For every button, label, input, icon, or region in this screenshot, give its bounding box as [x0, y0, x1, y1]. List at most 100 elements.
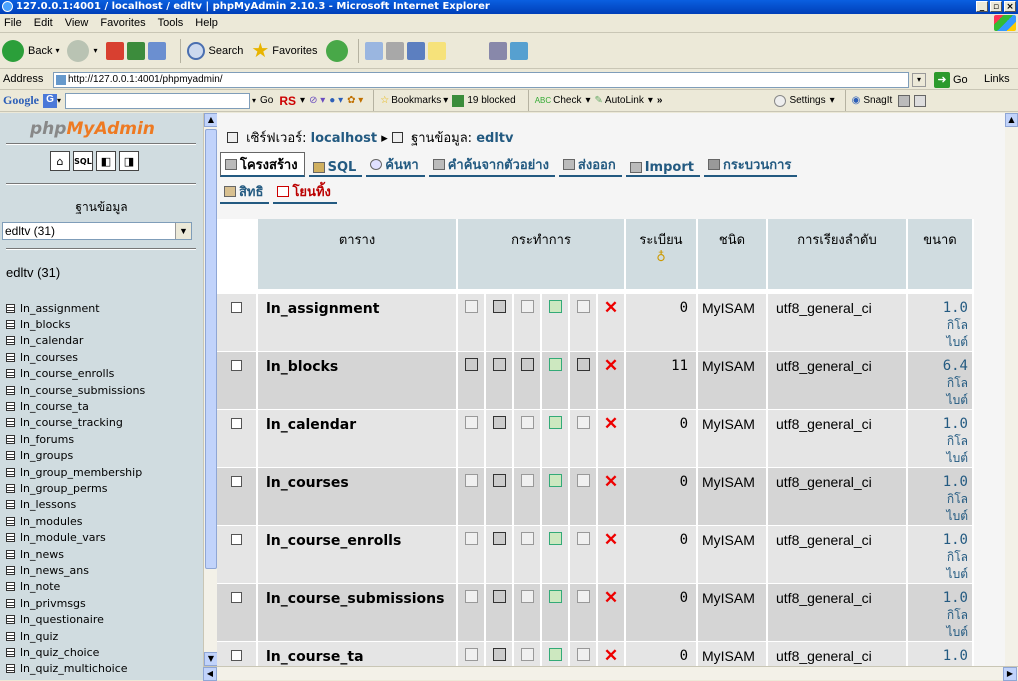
- sidebar-table-item[interactable]: ln_quiz: [6, 628, 145, 644]
- settings-button[interactable]: Settings: [789, 95, 825, 106]
- search-icon[interactable]: [520, 415, 534, 429]
- search-icon[interactable]: [520, 531, 534, 545]
- address-input[interactable]: http://127.0.0.1:4001/phpmyadmin/: [53, 72, 909, 88]
- browse-icon[interactable]: [464, 531, 478, 545]
- search-button[interactable]: Search: [186, 41, 243, 60]
- favorites-button[interactable]: ★ Favorites: [251, 38, 317, 63]
- empty-icon[interactable]: [576, 473, 590, 487]
- drop-icon[interactable]: ✕: [604, 356, 618, 375]
- empty-icon[interactable]: [576, 589, 590, 603]
- insert-icon[interactable]: [548, 647, 562, 661]
- empty-icon[interactable]: [576, 299, 590, 313]
- stop-icon[interactable]: [105, 41, 124, 60]
- search-icon[interactable]: [520, 589, 534, 603]
- menu-view[interactable]: View: [65, 17, 89, 29]
- structure-icon[interactable]: [492, 531, 506, 545]
- insert-icon[interactable]: [548, 357, 562, 371]
- chevron-down-icon[interactable]: ▾: [252, 96, 256, 105]
- browse-icon[interactable]: [464, 357, 478, 371]
- phpmyadmin-logo[interactable]: phpMyAdmin: [30, 119, 155, 139]
- empty-icon[interactable]: [576, 531, 590, 545]
- structure-icon[interactable]: [492, 647, 506, 661]
- row-checkbox[interactable]: [231, 649, 242, 661]
- horizontal-scrollbar[interactable]: ◀ ▶: [203, 666, 1018, 681]
- sidebar-table-item[interactable]: ln_note: [6, 579, 145, 595]
- options-icon[interactable]: ✿ ▾: [347, 95, 363, 106]
- browse-icon[interactable]: [464, 299, 478, 313]
- size-value[interactable]: 1.0: [943, 300, 968, 316]
- sidebar-table-item[interactable]: ln_privmsgs: [6, 595, 145, 611]
- sidebar-table-item[interactable]: ln_course_enrolls: [6, 366, 145, 382]
- scroll-thumb[interactable]: [205, 129, 217, 569]
- drop-icon[interactable]: ✕: [604, 588, 618, 607]
- drop-icon[interactable]: ✕: [604, 530, 618, 549]
- tab-import[interactable]: Import: [625, 159, 700, 177]
- structure-icon[interactable]: [492, 415, 506, 429]
- home-icon[interactable]: [147, 41, 166, 60]
- structure-icon[interactable]: [492, 357, 506, 371]
- tab-export[interactable]: ส่งออก: [558, 153, 622, 177]
- google-g-icon[interactable]: G: [43, 93, 57, 108]
- autolink-button[interactable]: AutoLink: [605, 95, 644, 106]
- sidebar-table-item[interactable]: ln_courses: [6, 349, 145, 365]
- sidebar-table-item[interactable]: ln_news_ans: [6, 562, 145, 578]
- drop-icon[interactable]: ✕: [604, 298, 618, 317]
- tab-structure[interactable]: โครงสร้าง: [220, 152, 305, 177]
- minimize-button[interactable]: _: [976, 1, 988, 12]
- menu-tools[interactable]: Tools: [158, 17, 184, 29]
- search-icon[interactable]: [520, 357, 534, 371]
- breadcrumb-server[interactable]: localhost: [311, 131, 377, 146]
- table-name-link[interactable]: ln_courses: [266, 475, 349, 491]
- sql-query-icon[interactable]: SQL: [73, 151, 93, 171]
- row-checkbox[interactable]: [231, 359, 242, 371]
- insert-icon[interactable]: [548, 299, 562, 313]
- pagerank-icon[interactable]: ⊘ ▾: [309, 95, 325, 106]
- scroll-left-icon[interactable]: ◀: [203, 667, 217, 681]
- sidebar-table-item[interactable]: ln_quiz_multichoice: [6, 661, 145, 677]
- close-button[interactable]: ×: [1004, 1, 1016, 12]
- docs-icon[interactable]: ◧: [96, 151, 116, 171]
- sidebar-table-item[interactable]: ln_course_tracking: [6, 415, 145, 431]
- insert-icon[interactable]: [548, 589, 562, 603]
- scroll-up-icon[interactable]: ▲: [204, 113, 218, 127]
- scroll-up-icon[interactable]: ▲: [1005, 113, 1018, 127]
- menu-edit[interactable]: Edit: [34, 17, 53, 29]
- empty-icon[interactable]: [576, 357, 590, 371]
- sidebar-table-item[interactable]: ln_news: [6, 546, 145, 562]
- sidebar-table-item[interactable]: ln_questionaire: [6, 611, 145, 627]
- table-name-link[interactable]: ln_assignment: [266, 301, 379, 317]
- chevron-down-icon[interactable]: ▾: [300, 95, 305, 106]
- snagit-button[interactable]: SnagIt: [863, 95, 892, 106]
- breadcrumb-database[interactable]: edltv: [476, 131, 513, 146]
- news-icon[interactable]: ● ▾: [329, 95, 343, 106]
- table-name-link[interactable]: ln_blocks: [266, 359, 338, 375]
- sidebar-table-item[interactable]: ln_group_perms: [6, 480, 145, 496]
- tab-query[interactable]: คำค้นจากตัวอย่าง: [428, 153, 555, 177]
- database-name[interactable]: edltv (31): [6, 265, 60, 280]
- more-button[interactable]: »: [657, 95, 663, 106]
- sidebar-table-item[interactable]: ln_course_submissions: [6, 382, 145, 398]
- table-name-link[interactable]: ln_course_ta: [266, 649, 364, 665]
- database-select[interactable]: edltv (31) ▼: [2, 222, 192, 240]
- back-button[interactable]: Back ▾: [2, 39, 59, 62]
- row-checkbox[interactable]: [231, 533, 242, 545]
- search-icon[interactable]: [520, 299, 534, 313]
- messenger-icon[interactable]: [427, 41, 446, 60]
- menu-help[interactable]: Help: [195, 17, 218, 29]
- row-checkbox[interactable]: [231, 475, 242, 487]
- forward-button[interactable]: ▾: [67, 39, 98, 62]
- search-icon[interactable]: [520, 647, 534, 661]
- size-value[interactable]: 1.0: [943, 474, 968, 490]
- sidebar-table-item[interactable]: ln_course_ta: [6, 398, 145, 414]
- table-name-link[interactable]: ln_calendar: [266, 417, 356, 433]
- sidebar-table-item[interactable]: ln_lessons: [6, 497, 145, 513]
- drop-icon[interactable]: ✕: [604, 414, 618, 433]
- sidebar-table-item[interactable]: ln_modules: [6, 513, 145, 529]
- links-button[interactable]: Links: [984, 73, 1010, 85]
- tab-drop[interactable]: โยนทิ้ง: [273, 180, 337, 204]
- browse-icon[interactable]: [464, 647, 478, 661]
- tab-operations[interactable]: กระบวนการ: [703, 153, 798, 177]
- drop-icon[interactable]: ✕: [604, 646, 618, 665]
- structure-icon[interactable]: [492, 473, 506, 487]
- chevron-down-icon[interactable]: ▼: [175, 223, 191, 239]
